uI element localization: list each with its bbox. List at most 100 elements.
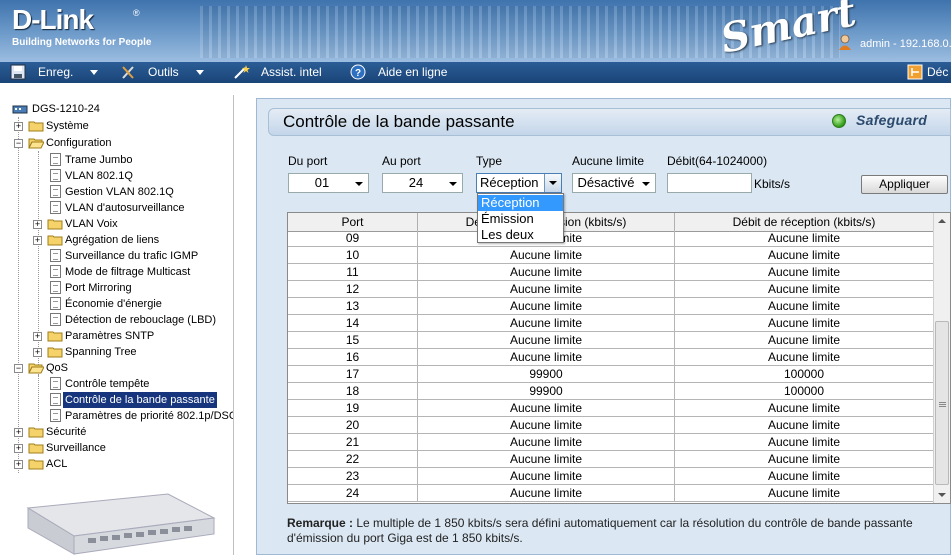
page-icon [50,169,61,182]
tree-item-label: Mode de filtrage Multicast [65,266,191,278]
folder-icon [47,331,63,342]
tree-item-vlan-8021q[interactable]: VLAN 802.1Q [50,168,230,184]
tree-item-label: Système [46,120,89,132]
rate-input[interactable] [667,173,752,193]
port-cell: 23 [288,468,418,484]
expand-plus-icon[interactable]: + [33,348,42,357]
tree-item-configuration[interactable]: − Configuration [14,135,224,151]
tree-item-vlan-autosurveillance[interactable]: VLAN d'autosurveillance [50,200,230,216]
page-icon [50,201,61,214]
table-row: 13 Aucune limite Aucune limite [288,298,934,315]
type-label: Type [476,154,503,168]
table-row: 16 Aucune limite Aucune limite [288,349,934,366]
page-icon [50,409,61,422]
tree-item-systeme[interactable]: + Système [14,118,224,134]
tree-item-spanning-tree[interactable]: + Spanning Tree [33,344,228,360]
tree-item-label: Contrôle tempête [65,378,150,390]
chevron-down-icon[interactable] [544,174,561,192]
table-row: 21 Aucune limite Aucune limite [288,434,934,451]
navigation-sidebar: DGS-1210-24 + Système − Configuration Tr… [0,95,234,555]
scroll-thumb[interactable] [935,321,949,485]
tree-item-acl[interactable]: + ACL [14,456,224,472]
apply-button[interactable]: Appliquer [861,175,948,194]
type-select[interactable]: Réception [476,173,562,193]
transmit-rate-cell: Aucune limite [418,281,675,297]
tree-item-vlan-voix[interactable]: + VLAN Voix [33,216,228,232]
menu-save[interactable]: Enreg. [10,62,110,83]
table-row: 18 99900 100000 [288,383,934,400]
from-port-label: Du port [288,154,328,168]
expand-plus-icon[interactable]: + [14,460,23,469]
to-port-select[interactable]: 24 [382,173,463,193]
chevron-down-icon [196,70,204,75]
type-option-both[interactable]: Les deux [478,227,563,243]
receive-rate-cell: Aucune limite [675,281,934,297]
menu-logout[interactable]: Déc [907,62,951,83]
transmit-rate-cell: Aucune limite [418,451,675,467]
collapse-minus-icon[interactable]: − [14,139,23,148]
page-icon [50,281,61,294]
port-cell: 10 [288,247,418,263]
bandwidth-table: Port Débit de transmission (kbits/s) Déb… [287,212,951,504]
expand-plus-icon[interactable]: + [14,444,23,453]
tree-item-qos[interactable]: − QoS [14,360,224,376]
wizard-icon [234,65,250,79]
collapse-minus-icon[interactable]: − [14,364,23,373]
transmit-rate-cell: 99900 [418,383,675,399]
from-port-select[interactable]: 01 [288,173,369,193]
folder-icon [28,443,44,454]
expand-plus-icon[interactable]: + [33,236,42,245]
remark-text: Le multiple de 1 850 kbits/s sera défini… [287,516,913,545]
menu-help[interactable]: ? Aide en ligne [350,62,470,83]
table-scrollbar[interactable] [933,213,950,503]
transmit-rate-cell: Aucune limite [418,417,675,433]
table-row: 09Aucune limiteAucune limite [288,230,934,247]
folder-icon [28,121,44,132]
user-icon [839,34,851,50]
tree-item-tempete[interactable]: Contrôle tempête [50,376,230,392]
logout-icon [907,64,923,80]
tree-item-label-selected: Contrôle de la bande passante [63,392,217,408]
tree-item-multicast[interactable]: Mode de filtrage Multicast [50,264,230,280]
tree-item-igmp[interactable]: Surveillance du trafic IGMP [50,248,230,264]
tree-item-trame-jumbo[interactable]: Trame Jumbo [50,152,230,168]
tree-item-surveillance[interactable]: + Surveillance [14,440,224,456]
port-cell: 14 [288,315,418,331]
tools-icon [122,66,134,79]
scroll-up-icon[interactable] [938,219,946,223]
table-row: 11 Aucune limite Aucune limite [288,264,934,281]
folder-open-icon [28,138,44,149]
tree-device-root[interactable]: DGS-1210-24 [12,101,212,117]
menu-help-label: Aide en ligne [378,65,448,79]
tree-item-gestion-vlan[interactable]: Gestion VLAN 802.1Q [50,184,230,200]
tree-item-sntp[interactable]: + Paramètres SNTP [33,328,228,344]
expand-plus-icon[interactable]: + [33,220,42,229]
expand-plus-icon[interactable]: + [33,332,42,341]
menu-tools[interactable]: Outils [120,62,220,83]
tree-item-energie[interactable]: Économie d'énergie [50,296,230,312]
menu-wizard[interactable]: Assist. intel [233,62,343,83]
tree-item-label: Sécurité [46,426,87,438]
tree-item-port-mirroring[interactable]: Port Mirroring [50,280,230,296]
tree-item-label: Port Mirroring [65,282,132,294]
tree-item-label: Trame Jumbo [65,154,133,166]
scroll-down-icon[interactable] [938,493,946,497]
type-option-reception[interactable]: Réception [478,195,563,211]
chevron-down-icon [355,182,363,186]
folder-icon [28,427,44,438]
tree-item-lbd[interactable]: Détection de rebouclage (LBD) [50,312,230,328]
port-cell: 13 [288,298,418,314]
tree-item-agregation[interactable]: + Agrégation de liens [33,232,228,248]
tree-item-bande-passante[interactable]: Contrôle de la bande passante [50,392,230,408]
no-limit-select[interactable]: Désactivé [572,173,656,193]
tree-item-priorite[interactable]: Paramètres de priorité 802.1p/DSC [50,408,233,424]
transmit-rate-cell: Aucune limite [418,434,675,450]
tree-item-label: Gestion VLAN 802.1Q [65,186,174,198]
tree-item-label: Surveillance [46,442,106,454]
expand-plus-icon[interactable]: + [14,428,23,437]
tree-item-securite[interactable]: + Sécurité [14,424,224,440]
remark-note: Remarque : Le multiple de 1 850 kbits/s … [287,516,927,546]
type-option-emission[interactable]: Émission [478,211,563,227]
expand-plus-icon[interactable]: + [14,122,23,131]
chevron-down-icon [449,182,457,186]
